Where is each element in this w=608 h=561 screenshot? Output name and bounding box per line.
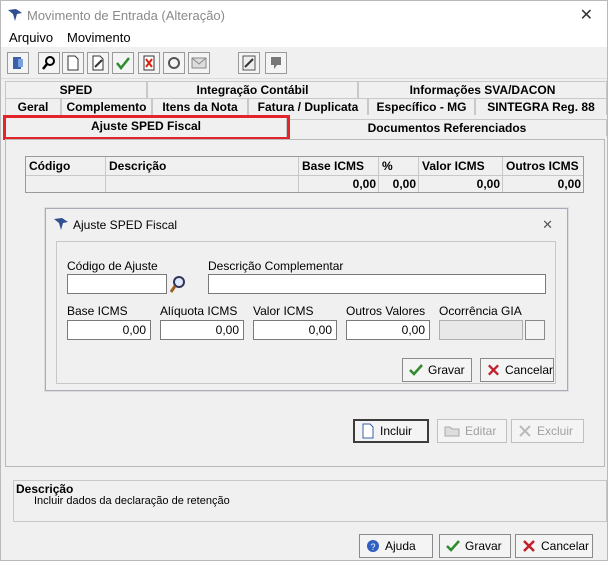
tab-fatura-duplicata[interactable]: Fatura / Duplicata [248, 98, 368, 115]
tab-sped[interactable]: SPED [5, 81, 147, 98]
codigo-field[interactable] [67, 274, 167, 294]
col-percent[interactable]: % [379, 157, 419, 176]
col-codigo[interactable]: Código [26, 157, 106, 176]
outros-label: Outros Valores [346, 304, 426, 318]
exit-icon[interactable] [7, 52, 29, 74]
tab-documentos-referenciados[interactable]: Documentos Referenciados [287, 119, 607, 136]
editar-button[interactable]: Editar [437, 419, 507, 443]
table-cell[interactable]: 0,00 [503, 176, 583, 192]
highlight-box [3, 115, 290, 140]
dialog-title: Ajuste SPED Fiscal [73, 218, 178, 232]
footer-bar: ? Ajuda Gravar Cancelar [1, 528, 607, 560]
dialog-title-bar: Ajuste SPED Fiscal ✕ [46, 209, 567, 239]
table-cell[interactable]: 0,00 [419, 176, 503, 192]
menu-movimento[interactable]: Movimento [67, 30, 131, 45]
menu-bar: Arquivo Movimento [1, 29, 607, 47]
search-icon[interactable] [38, 52, 60, 74]
mail-icon[interactable] [188, 52, 210, 74]
ocorrencia-label: Ocorrência GIA [439, 304, 522, 318]
title-bar: Movimento de Entrada (Alteração) ✕ [1, 1, 607, 29]
main-window: Movimento de Entrada (Alteração) ✕ Arqui… [0, 0, 608, 561]
description-title: Descrição [14, 482, 76, 496]
aliquota-icms-field[interactable]: 0,00 [160, 320, 244, 340]
menu-arquivo[interactable]: Arquivo [9, 30, 53, 45]
excluir-button[interactable]: Excluir [511, 419, 584, 443]
edit-document-icon[interactable] [87, 52, 109, 74]
aliquota-label: Alíquota ICMS [160, 304, 238, 318]
tab-geral[interactable]: Geral [5, 98, 61, 115]
ajuste-dialog: Ajuste SPED Fiscal ✕ Código de Ajuste De… [45, 208, 568, 391]
refresh-icon[interactable] [163, 52, 185, 74]
description-box: Descrição Incluir dados da declaração de… [13, 480, 607, 522]
codigo-label: Código de Ajuste [67, 259, 158, 273]
dialog-cancelar-button[interactable]: Cancelar [480, 358, 554, 382]
delete-x-icon [519, 425, 531, 437]
base-icms-field[interactable]: 0,00 [67, 320, 151, 340]
help-icon: ? [367, 540, 379, 552]
tab-integracao-contabil[interactable]: Integração Contábil [147, 81, 358, 98]
new-document-icon [362, 423, 374, 439]
col-base-icms[interactable]: Base ICMS [299, 157, 379, 176]
table-cell[interactable] [26, 176, 106, 192]
dialog-body: Código de Ajuste Descrição Complementar … [56, 241, 556, 384]
check-icon [446, 540, 460, 552]
tab-complemento[interactable]: Complemento [61, 98, 152, 115]
tab-especifico-mg[interactable]: Específico - MG [368, 98, 475, 115]
col-valor-icms[interactable]: Valor ICMS [419, 157, 503, 176]
descricao-label: Descrição Complementar [208, 259, 344, 273]
search-icon[interactable] [169, 274, 187, 294]
cancel-icon [523, 540, 535, 552]
check-icon [409, 364, 423, 376]
window-title: Movimento de Entrada (Alteração) [27, 8, 225, 23]
col-descricao[interactable]: Descrição [106, 157, 299, 176]
tab-sintegra-reg-88[interactable]: SINTEGRA Reg. 88 [475, 98, 607, 115]
app-logo-icon [8, 9, 22, 21]
cancelar-button[interactable]: Cancelar [515, 534, 593, 558]
valor-icms-field[interactable]: 0,00 [253, 320, 337, 340]
table-cell[interactable]: 0,00 [299, 176, 379, 192]
stamp-icon[interactable] [265, 52, 287, 74]
svg-text:?: ? [370, 542, 375, 552]
window-close-button[interactable]: ✕ [580, 5, 593, 25]
table-cell[interactable] [106, 176, 299, 192]
base-label: Base ICMS [67, 304, 128, 318]
toolbar [1, 47, 607, 79]
calculator-icon[interactable] [238, 52, 260, 74]
descricao-field[interactable] [208, 274, 546, 294]
dialog-gravar-button[interactable]: Gravar [402, 358, 472, 382]
new-document-icon[interactable] [62, 52, 84, 74]
app-logo-icon [54, 218, 68, 230]
confirm-check-icon[interactable] [112, 52, 134, 74]
tab-itens-da-nota[interactable]: Itens da Nota [152, 98, 248, 115]
delete-icon[interactable] [138, 52, 160, 74]
folder-icon [444, 426, 460, 437]
outros-valores-field[interactable]: 0,00 [346, 320, 430, 340]
incluir-button[interactable]: Incluir [353, 419, 429, 443]
ocorrencia-lookup-button[interactable] [525, 320, 545, 340]
table-cell[interactable]: 0,00 [379, 176, 419, 192]
description-text: Incluir dados da declaração de retenção [34, 495, 230, 507]
ajuste-grid[interactable]: Código Descrição Base ICMS % Valor ICMS … [25, 156, 584, 193]
col-outros-icms[interactable]: Outros ICMS [503, 157, 583, 176]
tab-informacoes-sva-dacon[interactable]: Informações SVA/DACON [358, 81, 607, 98]
cancel-icon [488, 364, 499, 376]
ajuda-button[interactable]: ? Ajuda [359, 534, 433, 558]
dialog-close-button[interactable]: ✕ [542, 217, 553, 233]
valor-label: Valor ICMS [253, 304, 314, 318]
ocorrencia-gia-field [439, 320, 523, 340]
gravar-button[interactable]: Gravar [439, 534, 511, 558]
